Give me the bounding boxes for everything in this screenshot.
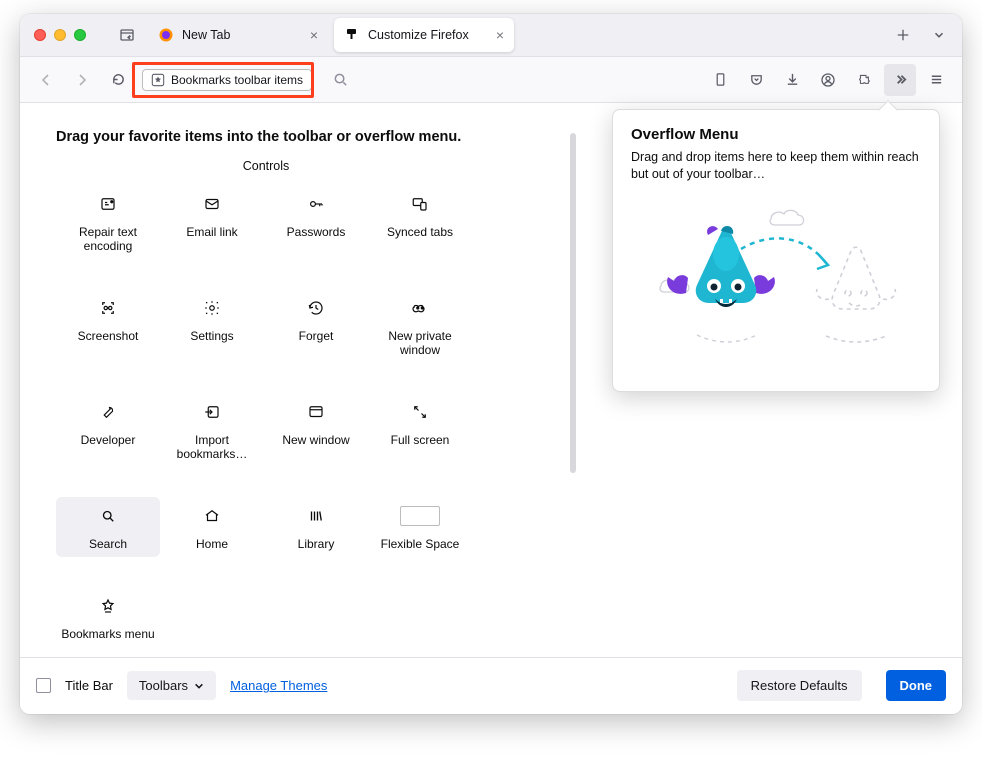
item-label: Screenshot xyxy=(78,329,139,343)
item-new-window[interactable]: New window xyxy=(264,393,368,467)
flexible-space-icon xyxy=(400,503,440,529)
item-label: Bookmarks menu xyxy=(61,627,154,641)
reload-button[interactable] xyxy=(102,64,134,96)
wrench-icon xyxy=(88,399,128,425)
titlebar-checkbox[interactable] xyxy=(36,678,51,693)
item-label: Library xyxy=(298,537,335,551)
bookmarks-toolbar-items[interactable]: Bookmarks toolbar items xyxy=(142,69,312,91)
item-label: Forget xyxy=(299,329,334,343)
item-home[interactable]: Home xyxy=(160,497,264,557)
overflow-desc: Drag and drop items here to keep them wi… xyxy=(631,149,921,183)
nav-toolbar: Bookmarks toolbar items xyxy=(20,57,962,102)
manage-themes-link[interactable]: Manage Themes xyxy=(230,678,327,693)
mask-icon xyxy=(400,295,440,321)
item-label: Import bookmarks… xyxy=(164,433,260,461)
item-repair-text-encoding[interactable]: Repair text encoding xyxy=(56,185,160,259)
back-button[interactable] xyxy=(30,64,62,96)
close-window-button[interactable] xyxy=(34,29,46,41)
controls-section-label: Controls xyxy=(56,159,476,173)
item-passwords[interactable]: Passwords xyxy=(264,185,368,259)
item-forget[interactable]: Forget xyxy=(264,289,368,363)
item-label: Repair text encoding xyxy=(60,225,156,253)
history-icon xyxy=(296,295,336,321)
scrollbar[interactable] xyxy=(570,133,576,473)
window-controls xyxy=(28,29,86,41)
minimize-window-button[interactable] xyxy=(54,29,66,41)
item-developer[interactable]: Developer xyxy=(56,393,160,467)
item-full-screen[interactable]: Full screen xyxy=(368,393,472,467)
overflow-illustration xyxy=(631,201,921,371)
close-tab-icon[interactable]: × xyxy=(496,27,504,43)
mail-icon xyxy=(192,191,232,217)
item-flexible-space[interactable]: Flexible Space xyxy=(368,497,472,557)
item-email-link[interactable]: Email link xyxy=(160,185,264,259)
item-import-bookmarks[interactable]: Import bookmarks… xyxy=(160,393,264,467)
item-label: New private window xyxy=(372,329,468,357)
import-icon xyxy=(192,399,232,425)
reader-icon[interactable] xyxy=(704,64,736,96)
item-private-window[interactable]: New private window xyxy=(368,289,472,363)
bookmarks-pill-label: Bookmarks toolbar items xyxy=(171,73,303,87)
library-icon xyxy=(296,503,336,529)
item-label: Home xyxy=(196,537,228,551)
extensions-icon[interactable] xyxy=(848,64,880,96)
home-icon xyxy=(192,503,232,529)
window-icon xyxy=(296,399,336,425)
item-label: Search xyxy=(89,537,127,551)
new-tab-button[interactable] xyxy=(888,20,918,50)
tab-strip: New Tab × Customize Firefox × xyxy=(20,14,962,57)
tab-label: New Tab xyxy=(182,28,230,42)
tabs-dropdown-button[interactable] xyxy=(924,20,954,50)
search-icon xyxy=(88,503,128,529)
forward-button[interactable] xyxy=(66,64,98,96)
bookmark-star-icon xyxy=(151,73,165,87)
customize-footer: Title Bar Toolbars Manage Themes Restore… xyxy=(20,657,962,714)
overflow-title: Overflow Menu xyxy=(631,126,921,143)
text-encoding-icon xyxy=(88,191,128,217)
item-label: Synced tabs xyxy=(387,225,453,239)
maximize-window-button[interactable] xyxy=(74,29,86,41)
item-label: New window xyxy=(282,433,349,447)
firefox-icon xyxy=(158,27,174,43)
item-label: Full screen xyxy=(391,433,450,447)
paint-icon xyxy=(344,27,360,43)
gear-icon xyxy=(192,295,232,321)
sidebar-icon[interactable] xyxy=(112,20,142,50)
item-label: Developer xyxy=(81,433,136,447)
tab-label: Customize Firefox xyxy=(368,28,469,42)
key-icon xyxy=(296,191,336,217)
screenshot-icon xyxy=(88,295,128,321)
bookmark-star-icon xyxy=(88,593,128,619)
item-search[interactable]: Search xyxy=(56,497,160,557)
toolbars-label: Toolbars xyxy=(139,678,188,693)
tab-customize[interactable]: Customize Firefox × xyxy=(334,18,514,52)
pocket-icon[interactable] xyxy=(740,64,772,96)
item-settings[interactable]: Settings xyxy=(160,289,264,363)
customize-content: Drag your favorite items into the toolba… xyxy=(20,103,962,657)
item-screenshot[interactable]: Screenshot xyxy=(56,289,160,363)
overflow-panel: Overflow Menu Drag and drop items here t… xyxy=(612,109,940,392)
fullscreen-icon xyxy=(400,399,440,425)
account-icon[interactable] xyxy=(812,64,844,96)
tab-new-tab[interactable]: New Tab × xyxy=(148,18,328,52)
overflow-menu-button[interactable] xyxy=(884,64,916,96)
search-icon[interactable] xyxy=(324,64,356,96)
firefox-window: New Tab × Customize Firefox × xyxy=(20,14,962,714)
synced-tabs-icon xyxy=(400,191,440,217)
item-label: Settings xyxy=(190,329,233,343)
item-bookmarks-menu[interactable]: Bookmarks menu xyxy=(56,587,160,647)
downloads-icon[interactable] xyxy=(776,64,808,96)
item-label: Email link xyxy=(186,225,237,239)
item-synced-tabs[interactable]: Synced tabs xyxy=(368,185,472,259)
toolbars-dropdown[interactable]: Toolbars xyxy=(127,671,216,700)
app-menu-button[interactable] xyxy=(920,64,952,96)
item-label: Passwords xyxy=(287,225,346,239)
titlebar-label: Title Bar xyxy=(65,678,113,693)
item-label: Flexible Space xyxy=(381,537,460,551)
item-library[interactable]: Library xyxy=(264,497,368,557)
done-button[interactable]: Done xyxy=(886,670,947,701)
restore-defaults-button[interactable]: Restore Defaults xyxy=(737,670,862,701)
close-tab-icon[interactable]: × xyxy=(310,27,318,43)
chevron-down-icon xyxy=(194,681,204,691)
